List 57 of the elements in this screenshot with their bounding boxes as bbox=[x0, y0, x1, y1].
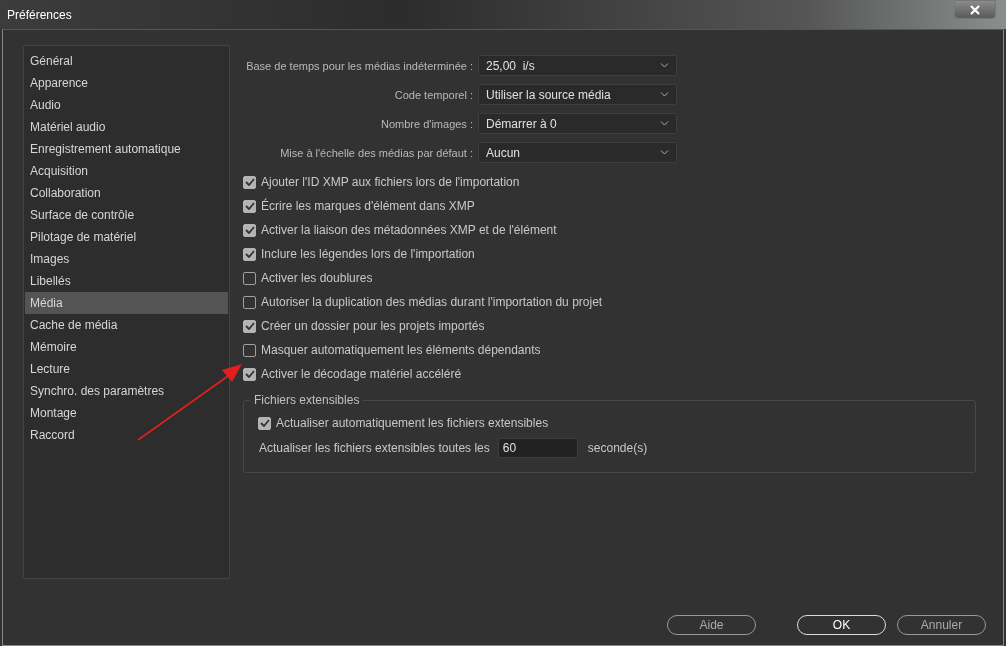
checkbox-label: Masquer automatiquement les éléments dépendants bbox=[261, 343, 541, 357]
checkbox-label: Inclure les légendes lors de l'importation bbox=[261, 247, 475, 261]
sidebar-item[interactable]: Média bbox=[25, 292, 228, 314]
dropdown[interactable]: Aucun bbox=[478, 142, 677, 163]
checkbox[interactable] bbox=[243, 175, 256, 189]
sidebar-item[interactable]: Raccord bbox=[25, 424, 228, 446]
sidebar-item[interactable]: Lecture bbox=[25, 358, 228, 380]
sidebar-item[interactable]: Pilotage de matériel bbox=[25, 226, 228, 248]
sidebar-item[interactable]: Mémoire bbox=[25, 336, 228, 358]
checkbox[interactable] bbox=[243, 247, 256, 261]
field-label: Actualiser les fichiers extensibles toutes les bbox=[259, 441, 490, 455]
checkbox[interactable] bbox=[243, 199, 256, 213]
checkbox-label: Actualiser automatiquement les fichiers extensibles bbox=[276, 416, 549, 430]
sidebar-item[interactable]: Synchro. des paramètres bbox=[25, 380, 228, 402]
checkbox-label: Créer un dossier pour les projets importés bbox=[261, 319, 485, 333]
checkbox-label: Activer les doublures bbox=[261, 271, 373, 285]
dropdown[interactable]: Démarrer à 0 bbox=[478, 113, 677, 134]
sidebar-item[interactable]: Général bbox=[25, 50, 228, 72]
window-title: Préférences bbox=[7, 7, 72, 22]
close-button[interactable] bbox=[954, 0, 996, 19]
sidebar-item[interactable]: Collaboration bbox=[25, 182, 228, 204]
group-title: Fichiers extensibles bbox=[250, 393, 364, 407]
checkbox[interactable] bbox=[243, 223, 256, 237]
checkbox[interactable] bbox=[243, 319, 256, 333]
dropdown[interactable]: Utiliser la source média bbox=[478, 84, 677, 105]
number-field[interactable]: 60 bbox=[497, 438, 578, 458]
checkbox-label: Autoriser la duplication des médias durant l'importation du projet bbox=[261, 295, 603, 309]
field-label: Base de temps pour les médias indéterminée : bbox=[245, 59, 473, 72]
sidebar-item[interactable]: Montage bbox=[25, 402, 228, 424]
unit-label: seconde(s) bbox=[587, 441, 648, 455]
sidebar-item[interactable]: Cache de média bbox=[25, 314, 228, 336]
checkbox-label: Activer la liaison des métadonnées XMP et de l'élément bbox=[261, 223, 557, 237]
sidebar-item[interactable]: Libellés bbox=[25, 270, 228, 292]
sidebar-item[interactable]: Images bbox=[25, 248, 228, 270]
checkbox-label: Ajouter l'ID XMP aux fichiers lors de l'importation bbox=[261, 175, 520, 189]
dropdown[interactable]: 25,00 i/s bbox=[478, 55, 677, 76]
close-icon bbox=[969, 4, 981, 15]
checkbox[interactable] bbox=[243, 367, 256, 381]
sidebar-item[interactable]: Apparence bbox=[25, 72, 228, 94]
sidebar-item[interactable]: Audio bbox=[25, 94, 228, 116]
field-label: Mise à l'échelle des médias par défaut : bbox=[279, 146, 473, 159]
chevron-down-icon bbox=[660, 63, 669, 68]
field-label: Code temporel : bbox=[393, 88, 473, 101]
checkbox-label: Écrire les marques d'élément dans XMP bbox=[261, 199, 475, 213]
sidebar-item[interactable]: Enregistrement automatique bbox=[25, 138, 228, 160]
checkbox-label: Activer le décodage matériel accéléré bbox=[261, 367, 462, 381]
sidebar-item[interactable]: Matériel audio bbox=[25, 116, 228, 138]
checkbox[interactable] bbox=[243, 343, 256, 357]
chevron-down-icon bbox=[660, 150, 669, 155]
checkbox[interactable] bbox=[243, 295, 256, 309]
sidebar-item[interactable]: Surface de contrôle bbox=[25, 204, 228, 226]
checkbox[interactable] bbox=[258, 416, 271, 430]
sidebar-item[interactable]: Acquisition bbox=[25, 160, 228, 182]
checkbox[interactable] bbox=[243, 271, 256, 285]
chevron-down-icon bbox=[660, 92, 669, 97]
field-label: Nombre d'images : bbox=[380, 117, 473, 130]
chevron-down-icon bbox=[660, 121, 669, 126]
